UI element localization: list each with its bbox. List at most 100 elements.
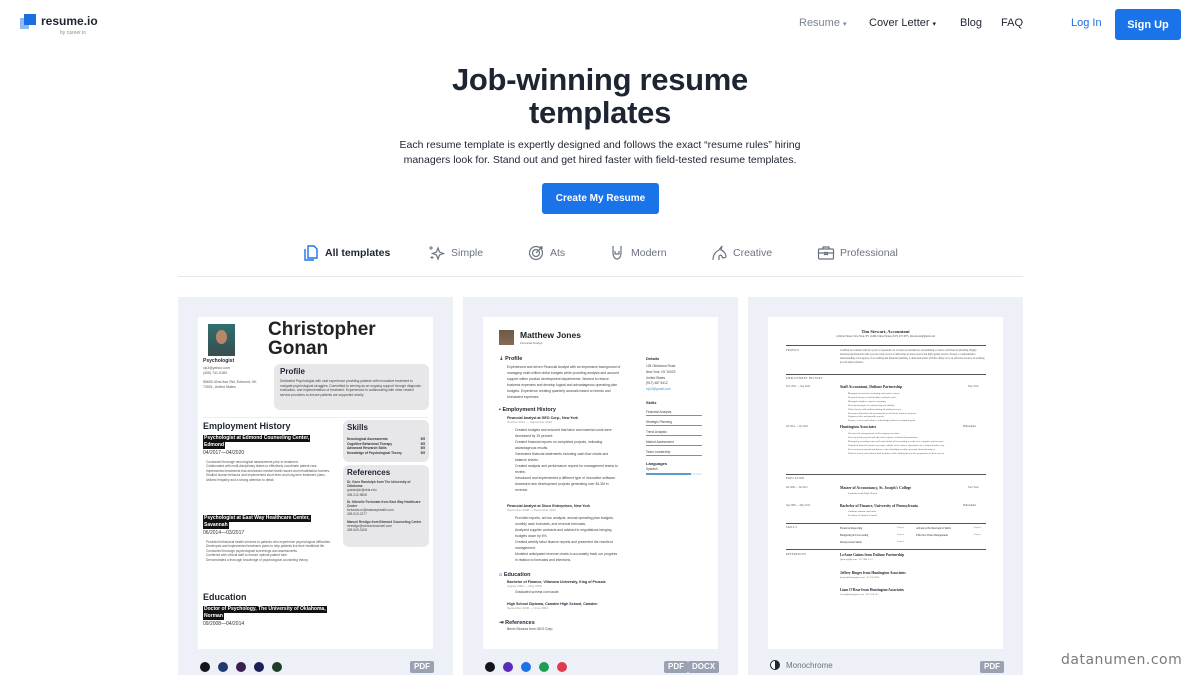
reference-name: Dr. Gene Randolph from The University of…	[347, 480, 411, 489]
color-swatch[interactable]	[521, 662, 531, 672]
profile-box: Profile Dedicated Psychologist with vast…	[274, 364, 429, 410]
section-heading: Skills	[347, 423, 368, 432]
skill-name: Advanced Technological Skills	[916, 527, 951, 530]
color-swatch[interactable]	[272, 662, 282, 672]
job-location: Philadelphia	[963, 425, 976, 428]
section-heading: ⇣ Profile	[499, 356, 523, 362]
section-heading: ⇥ References	[499, 620, 535, 626]
color-swatch[interactable]	[503, 662, 513, 672]
resume-phone: (405) 741-9183	[203, 371, 227, 375]
site-header: resume.io by career.io Resume ▾ Cover Let…	[0, 0, 1200, 50]
references-box: References Dr. Gene Randolph from The Un…	[343, 465, 429, 547]
create-resume-button[interactable]: Create My Resume	[542, 183, 659, 214]
bullet: Studied human behavior and implemented s…	[206, 473, 326, 478]
color-swatch[interactable]	[485, 662, 495, 672]
reference-name: Jeffrey Ringer from Huntington Associate…	[840, 571, 906, 575]
language-level-fill	[646, 473, 691, 475]
tab-modern[interactable]: Modern	[608, 244, 667, 262]
nav-cover-letter[interactable]: Cover Letter ▾	[869, 17, 936, 29]
job-bullets: Managed accounts by analyzing costs and …	[848, 392, 988, 423]
section-heading-label: References	[505, 620, 535, 626]
contrast-icon	[770, 660, 780, 670]
bullet: Worked closely and assisted staff member…	[848, 451, 945, 455]
tab-simple[interactable]: Simple	[428, 244, 483, 262]
page-title-line2: templates	[528, 95, 672, 130]
subtitle-line1: Each resume template is expertly designe…	[399, 139, 801, 151]
bullet: Demonstrated a thorough knowledge of psy…	[206, 557, 309, 562]
job-dates: September 2008 — September 2012	[507, 508, 557, 512]
resume-preview-christopher[interactable]: Psychologist cjc3@yahoo.com (405) 741-91…	[198, 317, 433, 649]
skill-item: Strategic Planning	[646, 418, 702, 426]
education-dates: August 2004 — May 2008	[507, 584, 542, 588]
template-card[interactable]: Tim Stewart, Accountant 4 Oxford Street,…	[748, 297, 1023, 675]
section-label: EDUCATION	[786, 477, 805, 480]
job-dates: 06/2014—03/2017	[203, 530, 245, 536]
divider	[786, 374, 986, 375]
tab-label: Ats	[550, 247, 566, 259]
bullet: Graduated with High Honors.	[848, 492, 878, 495]
nav-blog[interactable]: Blog	[960, 17, 982, 29]
page-title: Job-winning resume templates	[300, 63, 900, 129]
skill-name: Interpersonal Skills	[840, 541, 862, 544]
job-bullets: Provided behavioral health services to p…	[206, 540, 336, 562]
logo[interactable]: resume.io	[20, 14, 98, 30]
color-mode-label: Monochrome	[786, 660, 833, 670]
divider	[786, 523, 986, 524]
tab-ats[interactable]: Ats	[527, 244, 565, 262]
format-badge-docx: DOCX	[688, 661, 720, 673]
education-dates: Jul 2008 — Jul 2012	[786, 486, 808, 489]
color-swatch[interactable]	[539, 662, 549, 672]
format-badge-pdf: PDF	[410, 661, 434, 673]
skill-level: Expert	[897, 533, 904, 536]
template-card[interactable]: Psychologist cjc3@yahoo.com (405) 741-91…	[178, 297, 453, 675]
reference-contact: lorear@huntington.com · 915 254 747	[840, 593, 879, 596]
reference-contact: lgaines@dp.com · 557 988 4 3 2	[840, 558, 873, 561]
nav-faq[interactable]: FAQ	[1001, 17, 1023, 29]
skills-list: Neurological Assessments 5/5 Cognitive Be…	[347, 437, 425, 455]
bullet: Utilized empathy and a strong attention …	[206, 477, 275, 482]
briefcase-icon	[817, 244, 835, 262]
education-dates: September 2000 — June 2004	[507, 606, 548, 610]
login-link[interactable]: Log In	[1071, 17, 1102, 29]
job-title: Staff Accountant, Dulione Partnership	[840, 385, 903, 389]
education-title: Norman	[203, 613, 224, 620]
template-card[interactable]: Matthew Jones Financial Analyst ⇣ Profil…	[463, 297, 738, 675]
skills-box: Skills Neurological Assessments 5/5 Cogni…	[343, 420, 429, 462]
language-name: Spanish	[646, 467, 658, 471]
education-title: Doctor of Psychology, The University of …	[203, 606, 327, 613]
resume-preview-matthew[interactable]: Matthew Jones Financial Analyst ⇣ Profil…	[483, 317, 718, 649]
bullet: Analyzed supplier contracts and advised …	[515, 528, 612, 538]
bullet: Created financial reports on completed p…	[515, 440, 603, 450]
color-swatch[interactable]	[200, 662, 210, 672]
color-swatch[interactable]	[557, 662, 567, 672]
tab-professional[interactable]: Professional	[817, 244, 898, 262]
job-dates: October 2012 — September 2022	[507, 420, 553, 424]
bullet: Created weekly labor finance reports and…	[515, 540, 614, 550]
job-bullets: Conducted thorough neurological assessme…	[206, 460, 336, 482]
color-swatch[interactable]	[218, 662, 228, 672]
nav-resume[interactable]: Resume ▾	[799, 17, 846, 29]
job-title: Psychologist at East Way Healthcare Cent…	[203, 515, 311, 522]
reference-phone: 405-549-3108	[347, 528, 367, 533]
section-heading-label: Employment History	[502, 407, 556, 413]
color-swatch[interactable]	[254, 662, 264, 672]
section-heading: Education	[203, 592, 247, 602]
language-level-bar	[646, 473, 702, 475]
chevron-down-icon: ▾	[932, 21, 937, 28]
color-swatch[interactable]	[236, 662, 246, 672]
tab-creative[interactable]: Creative	[710, 244, 772, 262]
tab-all-templates[interactable]: All templates	[302, 244, 390, 262]
chevron-down-icon: ▾	[842, 21, 847, 28]
job-title: Psychologist at Edmond Counseling Center…	[203, 435, 311, 442]
job-bullets: Oversaw the management of all company ac…	[848, 432, 988, 455]
signup-button[interactable]: Sign Up	[1115, 9, 1181, 40]
divider	[786, 474, 986, 475]
nav-cover-letter-label: Cover Letter	[869, 17, 930, 29]
bullet: Modeled anticipated revenue charts to ac…	[515, 552, 618, 562]
references-list: Dr. Gene Randolph from The University of…	[347, 480, 425, 532]
sparkles-icon	[428, 244, 446, 262]
color-swatches	[200, 662, 290, 672]
resume-preview-tim[interactable]: Tim Stewart, Accountant 4 Oxford Street,…	[768, 317, 1003, 649]
divider	[786, 549, 986, 550]
skill-name: Financial Reporting	[840, 527, 863, 530]
